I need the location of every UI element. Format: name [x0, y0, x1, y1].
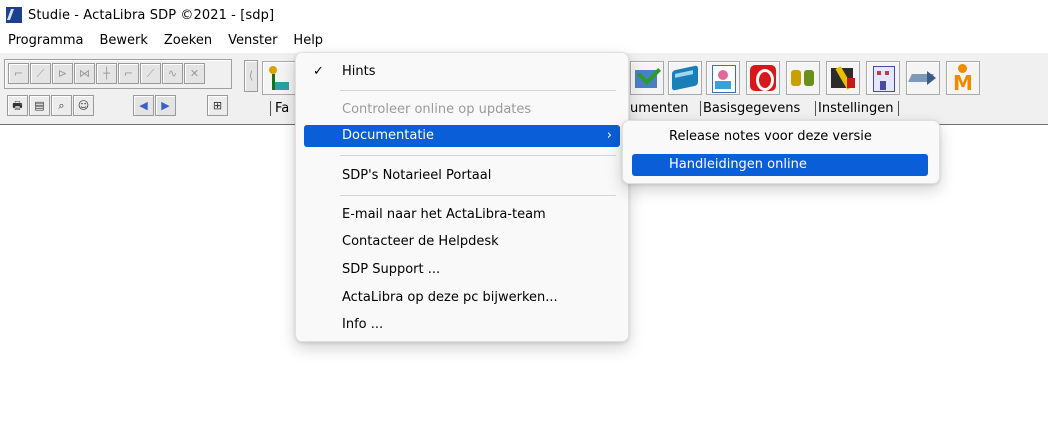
coins-icon[interactable]	[786, 61, 820, 95]
m-logo-icon[interactable]: M	[946, 61, 980, 95]
menu-separator	[340, 90, 616, 91]
menu-bewerk[interactable]: Bewerk	[91, 30, 155, 52]
print-preview-icon[interactable]: ▤	[29, 95, 50, 116]
menu-item-label: Release notes voor deze versie	[669, 129, 872, 144]
menu-item-label: Documentatie	[342, 128, 435, 143]
menu-separator	[340, 155, 616, 156]
line-tool-4-icon[interactable]: ⋈	[74, 63, 95, 84]
menu-item-label: SDP's Notarieel Portaal	[342, 168, 492, 183]
menu-item-contact-helpdesk[interactable]: Contacteer de Helpdesk	[304, 231, 620, 253]
book-icon[interactable]	[668, 61, 702, 95]
network-icon[interactable]	[262, 61, 296, 95]
drawing-tools-group: ⌐ ⟋ ⊳ ⋈ ┼ ⌐ ⟋ ∿ ✕	[4, 59, 232, 89]
menu-item-documentation[interactable]: Documentatie ›	[304, 125, 620, 147]
menu-item-label: SDP Support ...	[342, 262, 441, 277]
menu-bar: Programma Bewerk Zoeken Venster Help	[0, 30, 1048, 52]
tab-basisgegevens[interactable]: Basisgegevens	[700, 101, 800, 116]
title-bar: Studie - ActaLibra SDP ©2021 - [sdp]	[0, 0, 1048, 30]
line-tool-5-icon[interactable]: ┼	[96, 63, 117, 84]
menu-item-hints[interactable]: ✓ Hints	[304, 61, 620, 83]
line-tool-2-icon[interactable]: ⟋	[30, 63, 51, 84]
menu-item-sdp-support[interactable]: SDP Support ...	[304, 259, 620, 281]
signature-icon[interactable]	[746, 61, 780, 95]
menu-item-check-updates: Controleer online op updates	[304, 99, 620, 121]
curve-tool-icon[interactable]: ∿	[162, 63, 183, 84]
checkmark-icon: ✓	[313, 64, 324, 79]
print-icon[interactable]: 🖶	[7, 95, 28, 116]
menu-item-label: ActaLibra op deze pc bijwerken...	[342, 290, 558, 305]
menu-item-label: Contacteer de Helpdesk	[342, 234, 499, 249]
tree-view-icon[interactable]: ⊞	[207, 95, 228, 116]
line-tool-3-icon[interactable]: ⊳	[52, 63, 73, 84]
tab-documenten[interactable]: umenten	[630, 101, 688, 116]
document-person-icon[interactable]	[706, 61, 740, 95]
documentation-submenu: Release notes voor deze versie Handleidi…	[622, 120, 940, 184]
building-icon[interactable]	[866, 61, 900, 95]
chevron-right-icon: ›	[606, 128, 612, 143]
menu-item-label: Info ...	[342, 317, 384, 332]
checklist-icon[interactable]	[630, 60, 664, 95]
menu-venster[interactable]: Venster	[220, 30, 285, 52]
tab-instellingen[interactable]: Instellingen	[815, 101, 899, 116]
menu-zoeken[interactable]: Zoeken	[156, 30, 220, 52]
line-tool-1-icon[interactable]: ⌐	[8, 63, 29, 84]
toolbar-scroll-left-icon[interactable]: ⟨	[244, 60, 258, 92]
menu-help[interactable]: Help	[285, 30, 331, 52]
menu-item-release-notes[interactable]: Release notes voor deze versie	[632, 126, 928, 148]
menu-item-manuals-online[interactable]: Handleidingen online	[632, 154, 928, 176]
folder-pen-icon[interactable]	[826, 61, 860, 95]
send-arrow-icon[interactable]	[906, 61, 940, 95]
app-icon	[6, 7, 22, 23]
menu-item-label: Handleidingen online	[669, 157, 807, 172]
window-title: Studie - ActaLibra SDP ©2021 - [sdp]	[28, 7, 275, 23]
menu-item-update-pc[interactable]: ActaLibra op deze pc bijwerken...	[304, 287, 620, 309]
tab-fa[interactable]: Fa	[270, 101, 289, 116]
line-tool-6-icon[interactable]: ⌐	[118, 63, 139, 84]
back-icon[interactable]: ◀	[133, 95, 154, 116]
menu-separator	[340, 195, 616, 196]
menu-item-notarial-portal[interactable]: SDP's Notarieel Portaal	[304, 165, 620, 187]
menu-item-label: Hints	[342, 64, 376, 79]
menu-item-email-team[interactable]: E-mail naar het ActaLibra-team	[304, 204, 620, 226]
menu-item-info[interactable]: Info ...	[304, 314, 620, 336]
cross-tool-icon[interactable]: ✕	[184, 63, 205, 84]
help-menu-dropdown: ✓ Hints Controleer online op updates Doc…	[295, 52, 629, 342]
menu-item-label: E-mail naar het ActaLibra-team	[342, 207, 546, 222]
user-search-icon[interactable]: ☺	[73, 95, 94, 116]
menu-item-label: Controleer online op updates	[342, 102, 532, 117]
zoom-icon[interactable]: ⌕	[51, 95, 72, 116]
menu-programma[interactable]: Programma	[0, 30, 91, 52]
line-tool-7-icon[interactable]: ⟋	[140, 63, 161, 84]
forward-icon[interactable]: ▶	[155, 95, 176, 116]
